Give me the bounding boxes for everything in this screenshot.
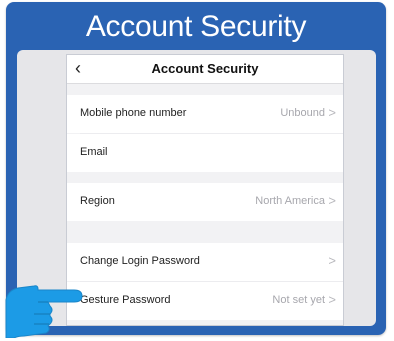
phone-screen: ‹ Account Security Mobile phone number U…: [66, 54, 344, 326]
row-region[interactable]: Region North America >: [67, 183, 343, 221]
chevron-right-icon: >: [328, 105, 336, 120]
row-label: Gesture Password: [80, 294, 171, 306]
row-gesture-password[interactable]: Gesture Password Not set yet >: [67, 282, 343, 320]
row-label: Region: [80, 195, 115, 207]
row-label: Change Login Password: [80, 255, 200, 267]
row-email[interactable]: Email: [67, 134, 343, 172]
row-value: North America: [255, 195, 325, 207]
row-value: Not set yet: [272, 294, 325, 306]
row-label: Mobile phone number: [80, 107, 187, 119]
row-change-login-password[interactable]: Change Login Password >: [67, 243, 343, 281]
row-value: Unbound: [280, 107, 325, 119]
chevron-right-icon: >: [328, 193, 336, 208]
page-title: Account Security: [151, 61, 259, 76]
navigation-bar: ‹ Account Security: [67, 55, 343, 84]
row-label: Email: [80, 146, 108, 158]
banner-title: Account Security: [85, 10, 307, 43]
chevron-right-icon: >: [328, 253, 336, 268]
row-mobile-phone-number[interactable]: Mobile phone number Unbound >: [67, 95, 343, 133]
pointing-hand-icon: [5, 285, 83, 338]
chevron-right-icon: >: [328, 292, 336, 307]
